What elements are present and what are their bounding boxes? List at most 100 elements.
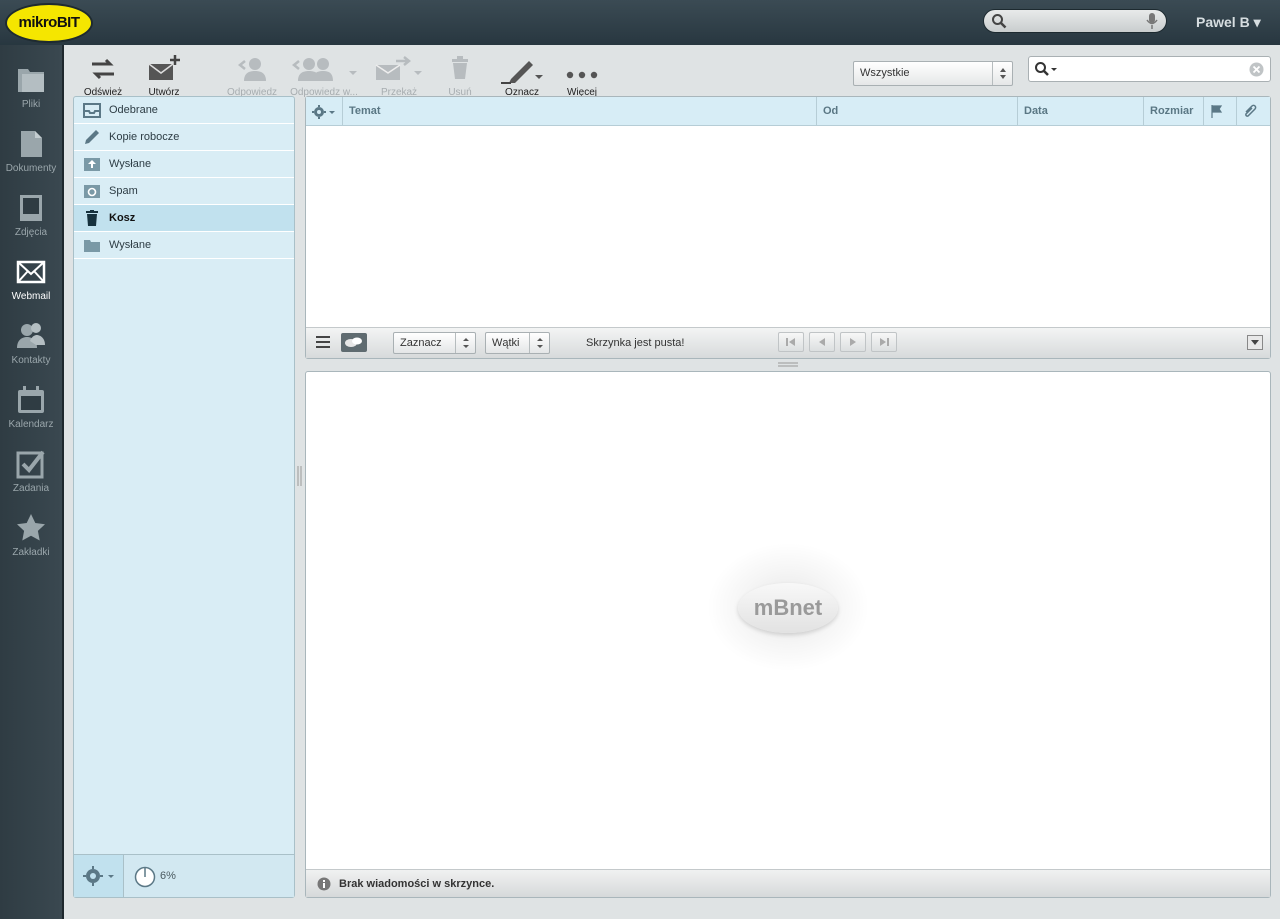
last-page-button[interactable] — [871, 332, 897, 352]
nav-label: Zadania — [12, 483, 50, 494]
trash-icon — [86, 210, 98, 226]
info-icon — [317, 877, 331, 891]
folder-label: Spam — [109, 185, 138, 197]
contacts-icon — [17, 323, 45, 348]
mark-button[interactable]: Oznacz — [499, 55, 545, 98]
top-bar: mikroBIT Pawel B ▾ — [0, 0, 1280, 45]
column-flag[interactable] — [1204, 97, 1237, 125]
column-size[interactable]: Rozmiar — [1144, 97, 1204, 125]
filter-select[interactable]: Wszystkie — [853, 61, 1013, 86]
folder-settings-button[interactable] — [74, 855, 124, 897]
prev-page-button[interactable] — [809, 332, 835, 352]
user-menu[interactable]: Pawel B ▾ — [1196, 14, 1261, 31]
threads-dropdown[interactable]: Wątki — [485, 332, 550, 354]
global-search[interactable] — [983, 9, 1167, 33]
quota-indicator[interactable]: 6% — [134, 866, 176, 891]
reply-all-button[interactable]: Odpowiedz w... — [286, 55, 362, 98]
column-from[interactable]: Od — [817, 97, 1018, 125]
list-icon — [316, 336, 330, 348]
microphone-icon[interactable] — [1146, 13, 1158, 29]
folder-item-odebrane[interactable]: Odebrane — [74, 97, 294, 124]
folder-panel: Odebrane Kopie robocze Wysłane Spam Kosz… — [73, 96, 295, 898]
folder-label: Wysłane — [109, 158, 152, 170]
folder-icon — [18, 69, 44, 92]
nav-item-zadania[interactable]: Zadania — [0, 437, 62, 501]
nav-item-zdjecia[interactable]: Zdjęcia — [0, 181, 62, 245]
nav-item-pliki[interactable]: Pliki — [0, 53, 62, 117]
next-page-icon — [850, 338, 856, 346]
refresh-icon — [92, 58, 114, 80]
first-page-button[interactable] — [778, 332, 804, 352]
message-list-toolbar: Zaznacz Wątki Skrzynka jest pusta! — [306, 327, 1270, 358]
prev-page-icon — [819, 338, 825, 346]
checkbox-icon — [16, 450, 45, 479]
message-list: Temat Od Data Rozmiar Zaznacz Wątki Skrz… — [305, 96, 1271, 359]
folder-item-spam[interactable]: Spam — [74, 178, 294, 205]
sent-icon — [84, 158, 100, 171]
folder-item-kosz[interactable]: Kosz — [74, 205, 294, 232]
clear-icon[interactable] — [1249, 62, 1264, 77]
list-status: Skrzynka jest pusta! — [586, 337, 685, 349]
nav-item-kontakty[interactable]: Kontakty — [0, 309, 62, 373]
vertical-splitter[interactable] — [297, 466, 302, 486]
reply-all-icon — [291, 58, 357, 81]
nav-item-webmail[interactable]: Webmail — [0, 245, 62, 309]
nav-label: Pliki — [21, 99, 41, 110]
delete-button[interactable]: Usuń — [444, 55, 476, 98]
nav-item-zakladki[interactable]: Zakładki — [0, 501, 62, 565]
folder-label: Kopie robocze — [109, 131, 180, 143]
select-messages-dropdown[interactable]: Zaznacz — [393, 332, 476, 354]
message-list-header: Temat Od Data Rozmiar — [306, 97, 1270, 126]
photo-icon — [20, 195, 42, 221]
nav-label: Kontakty — [11, 355, 51, 366]
compose-icon — [148, 55, 180, 80]
last-page-icon — [880, 338, 889, 346]
folder-item-wyslane[interactable]: Wysłane — [74, 151, 294, 178]
select-arrows-icon — [529, 333, 549, 353]
chat-bubbles-icon — [345, 337, 362, 347]
mail-search-input[interactable] — [1028, 56, 1271, 82]
nav-item-kalendarz[interactable]: Kalendarz — [0, 373, 62, 437]
forward-icon — [375, 56, 422, 80]
compose-button[interactable]: Utwórz — [144, 55, 184, 98]
mail-toolbar: Odśwież Utwórz Odpowiedz Odpowiedz w... … — [64, 45, 1280, 98]
folder-label: Wysłane — [109, 239, 152, 251]
folder-item-kopie-robocze[interactable]: Kopie robocze — [74, 124, 294, 151]
folder-icon — [84, 240, 100, 252]
folder-footer: 6% — [74, 854, 294, 897]
next-page-button[interactable] — [840, 332, 866, 352]
first-page-icon — [786, 338, 795, 346]
threads-view-button[interactable] — [341, 333, 367, 352]
preview-logo: mBnet — [706, 542, 870, 672]
reply-button[interactable]: Odpowiedz — [224, 55, 280, 98]
calendar-icon — [18, 386, 44, 413]
folder-item-wyslane-2[interactable]: Wysłane — [74, 232, 294, 259]
nav-label: Dokumenty — [5, 163, 57, 174]
column-subject[interactable]: Temat — [343, 97, 817, 125]
forward-button[interactable]: Przekaż — [374, 55, 424, 98]
pencil-icon — [85, 130, 99, 144]
nav-label: Zdjęcia — [14, 227, 48, 238]
column-settings-button[interactable] — [306, 97, 343, 125]
more-icon — [566, 71, 598, 79]
spam-icon — [84, 185, 100, 198]
column-attachment[interactable] — [1237, 97, 1270, 125]
gear-icon — [83, 866, 114, 886]
list-options-button[interactable] — [1247, 335, 1263, 350]
document-icon — [21, 131, 42, 157]
nav-label: Webmail — [11, 291, 51, 302]
select-label: Zaznacz — [400, 337, 442, 349]
nav-item-dokumenty[interactable]: Dokumenty — [0, 117, 62, 181]
horizontal-splitter[interactable] — [778, 362, 798, 368]
column-date[interactable]: Data — [1018, 97, 1144, 125]
preview-footer: Brak wiadomości w skrzynce. — [306, 869, 1270, 897]
gear-icon — [312, 105, 335, 119]
app-nav: Pliki Dokumenty Zdjęcia Webmail Kontakty… — [0, 45, 64, 919]
app-logo[interactable]: mikroBIT — [5, 3, 93, 43]
more-button[interactable]: Więcej — [564, 55, 600, 98]
list-view-button[interactable] — [316, 335, 332, 352]
quota-value: 6% — [160, 870, 176, 882]
nav-label: Zakładki — [12, 547, 50, 558]
reply-icon — [237, 58, 266, 81]
refresh-button[interactable]: Odśwież — [82, 55, 124, 98]
